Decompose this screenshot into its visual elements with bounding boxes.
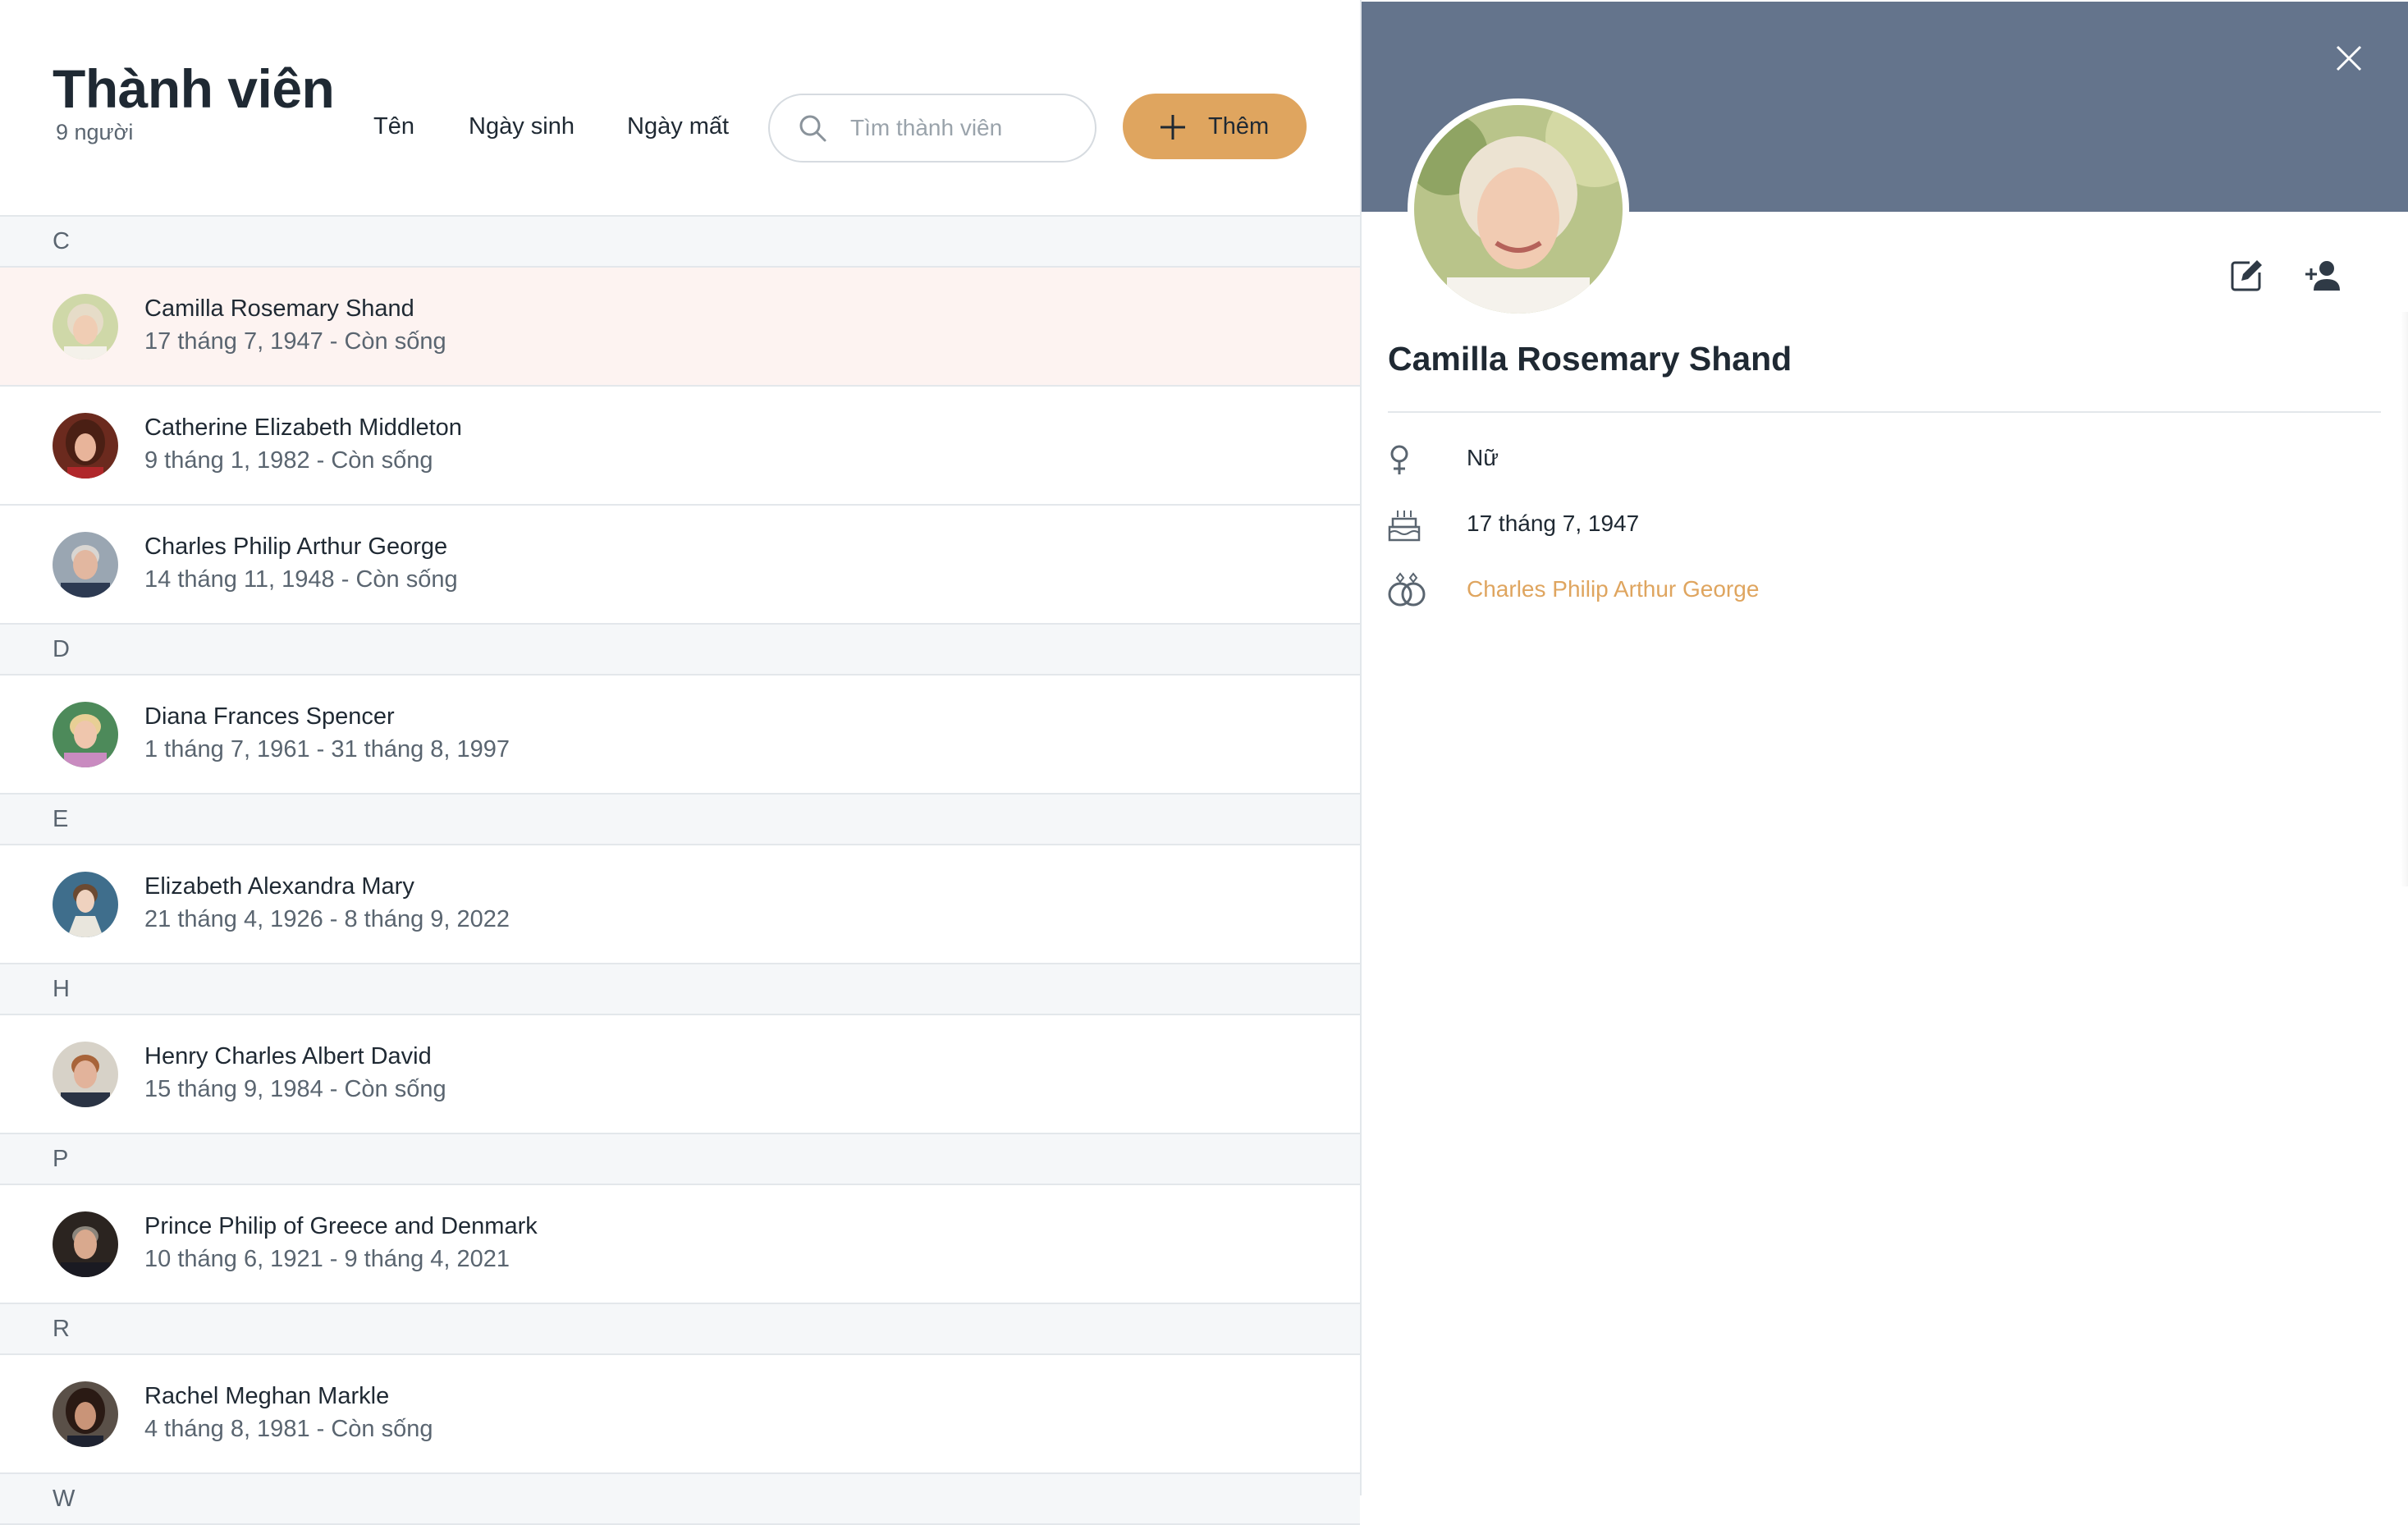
member-name: Rachel Meghan Markle	[144, 1383, 390, 1409]
group-header-h: H	[0, 964, 1360, 1015]
avatar	[53, 1381, 118, 1447]
avatar	[53, 1211, 118, 1277]
avatar	[53, 294, 118, 359]
member-row-charles[interactable]: Charles Philip Arthur George 14 tháng 11…	[0, 506, 1360, 625]
female-icon	[1390, 445, 1408, 474]
avatar	[53, 702, 118, 767]
group-letter: W	[53, 1486, 76, 1512]
member-row-elizabeth[interactable]: Elizabeth Alexandra Mary 21 tháng 4, 192…	[0, 845, 1360, 964]
spouse-link[interactable]: Charles Philip Arthur George	[1467, 576, 1759, 602]
member-name: Henry Charles Albert David	[144, 1043, 432, 1069]
search-icon	[799, 115, 826, 142]
member-name: Elizabeth Alexandra Mary	[144, 873, 414, 900]
group-header-c: C	[0, 217, 1360, 268]
search-box[interactable]	[768, 94, 1096, 163]
member-row-henry[interactable]: Henry Charles Albert David 15 tháng 9, 1…	[0, 1015, 1360, 1134]
sort-by-name[interactable]: Tên	[373, 113, 414, 140]
member-detail-panel: Camilla Rosemary Shand Nữ 17 tháng 7, 19…	[1360, 0, 2408, 1495]
member-row-catherine[interactable]: Catherine Elizabeth Middleton 9 tháng 1,…	[0, 387, 1360, 506]
member-name: Camilla Rosemary Shand	[144, 295, 414, 322]
birth-date-value: 17 tháng 7, 1947	[1467, 511, 1640, 536]
sort-by-death-date[interactable]: Ngày mất	[627, 113, 729, 140]
member-name: Diana Frances Spencer	[144, 703, 395, 730]
member-name: Catherine Elizabeth Middleton	[144, 414, 462, 441]
group-header-w: W	[0, 1474, 1360, 1525]
birthday-cake-icon	[1388, 511, 1421, 542]
member-row-camilla[interactable]: Camilla Rosemary Shand 17 tháng 7, 1947 …	[0, 268, 1360, 387]
member-dates: 1 tháng 7, 1961 - 31 tháng 8, 1997	[144, 736, 510, 762]
group-header-d: D	[0, 625, 1360, 675]
member-row-rachel[interactable]: Rachel Meghan Markle 4 tháng 8, 1981 - C…	[0, 1355, 1360, 1474]
member-dates: 10 tháng 6, 1921 - 9 tháng 4, 2021	[144, 1246, 510, 1272]
member-row-diana[interactable]: Diana Frances Spencer 1 tháng 7, 1961 - …	[0, 675, 1360, 795]
add-relative-icon[interactable]	[2304, 259, 2343, 292]
add-member-button[interactable]: Thêm	[1123, 94, 1307, 159]
page-title: Thành viên	[53, 58, 335, 119]
member-count: 9 người	[56, 120, 134, 144]
group-header-r: R	[0, 1304, 1360, 1355]
divider	[1388, 411, 2381, 413]
plus-icon	[1161, 115, 1185, 140]
member-row-philip[interactable]: Prince Philip of Greece and Denmark 10 t…	[0, 1185, 1360, 1304]
sort-by-birth-date[interactable]: Ngày sinh	[469, 113, 575, 140]
avatar	[53, 872, 118, 937]
member-dates: 9 tháng 1, 1982 - Còn sống	[144, 447, 433, 474]
list-header: Thành viên 9 người Tên Ngày sinh Ngày mấ…	[0, 0, 1360, 217]
close-icon[interactable]	[2335, 44, 2363, 72]
avatar	[53, 1042, 118, 1107]
member-list-panel: Thành viên 9 người Tên Ngày sinh Ngày mấ…	[0, 0, 1360, 1525]
group-letter: C	[53, 228, 70, 254]
member-dates: 14 tháng 11, 1948 - Còn sống	[144, 566, 458, 593]
member-dates: 15 tháng 9, 1984 - Còn sống	[144, 1076, 446, 1102]
profile-photo	[1408, 98, 1629, 320]
group-letter: H	[53, 976, 70, 1002]
group-letter: E	[53, 806, 69, 832]
group-header-e: E	[0, 795, 1360, 845]
group-header-p: P	[0, 1134, 1360, 1185]
avatar	[53, 532, 118, 598]
search-input[interactable]	[849, 107, 1082, 149]
avatar	[53, 413, 118, 479]
group-letter: R	[53, 1316, 70, 1342]
gender-value: Nữ	[1467, 445, 1499, 470]
member-name: Prince Philip of Greece and Denmark	[144, 1213, 538, 1239]
wedding-rings-icon	[1388, 572, 1426, 607]
member-name: Charles Philip Arthur George	[144, 534, 448, 560]
add-member-label: Thêm	[1208, 113, 1270, 140]
member-dates: 17 tháng 7, 1947 - Còn sống	[144, 328, 446, 355]
member-list: C Camilla Rosemary Shand 17 tháng 7, 194…	[0, 217, 1360, 1525]
profile-name: Camilla Rosemary Shand	[1388, 340, 1792, 378]
group-letter: P	[53, 1146, 69, 1172]
edit-icon[interactable]	[2228, 258, 2264, 294]
member-dates: 21 tháng 4, 1926 - 8 tháng 9, 2022	[144, 906, 510, 932]
panel-edge-shadow	[2401, 312, 2408, 886]
member-dates: 4 tháng 8, 1981 - Còn sống	[144, 1416, 433, 1442]
group-letter: D	[53, 636, 70, 662]
